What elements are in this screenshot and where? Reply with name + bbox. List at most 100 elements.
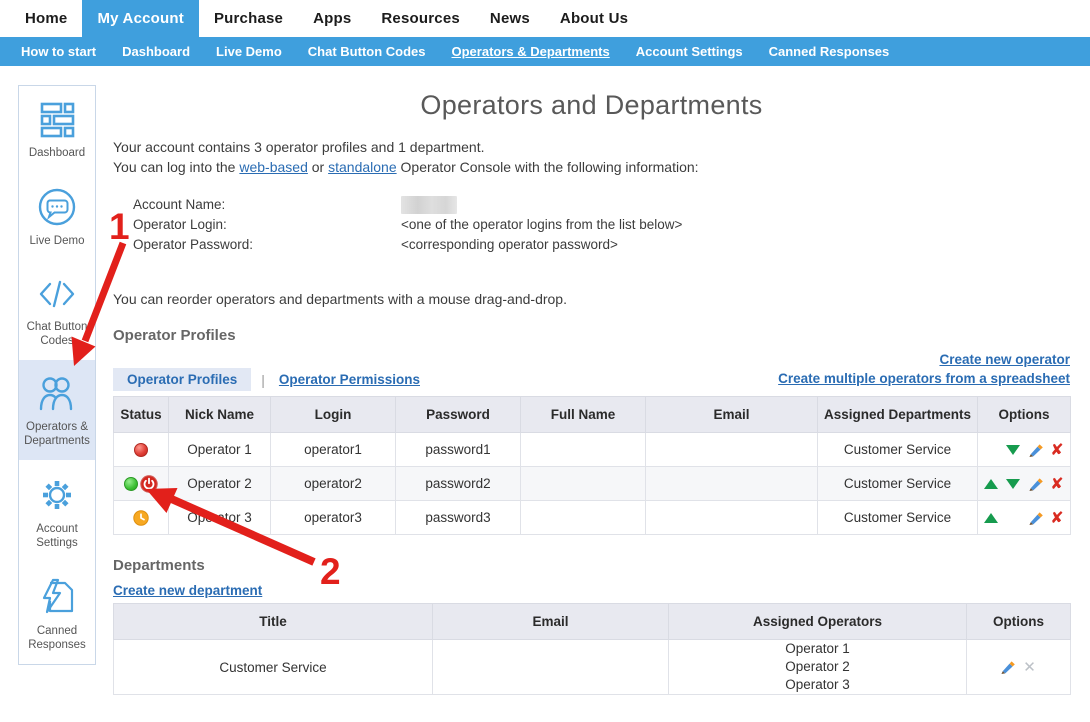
move-down-icon[interactable] bbox=[1006, 476, 1021, 492]
col-email: Email bbox=[433, 604, 669, 640]
create-new-department-link[interactable]: Create new department bbox=[113, 583, 262, 598]
status-away-icon bbox=[133, 510, 149, 526]
table-row[interactable]: Operator 3 operator3 password3 Customer … bbox=[114, 501, 1071, 535]
intro-line-1: Your account contains 3 operator profile… bbox=[113, 137, 1070, 157]
operators-table: Status Nick Name Login Password Full Nam… bbox=[113, 396, 1071, 535]
table-row[interactable]: Operator 2 operator2 password2 Customer … bbox=[114, 467, 1071, 501]
tab-operator-permissions[interactable]: Operator Permissions bbox=[279, 372, 420, 387]
col-email: Email bbox=[646, 397, 818, 433]
logoff-power-icon[interactable] bbox=[140, 475, 158, 493]
sidebar-item-live-demo[interactable]: Live Demo bbox=[19, 172, 95, 260]
subnav-how-to-start[interactable]: How to start bbox=[8, 37, 109, 66]
full-name-cell bbox=[521, 501, 646, 535]
edit-icon[interactable] bbox=[1000, 659, 1015, 675]
subnav-operators-departments[interactable]: Operators & Departments bbox=[439, 37, 623, 66]
status-online-icon bbox=[124, 477, 138, 491]
nav-home[interactable]: Home bbox=[10, 0, 82, 37]
departments-heading: Departments bbox=[113, 557, 1070, 574]
departments-section: Departments Create new department Title … bbox=[113, 557, 1070, 695]
login-cell: operator1 bbox=[271, 433, 396, 467]
gear-icon bbox=[22, 473, 92, 517]
table-row[interactable]: Customer Service Operator 1 Operator 2 O… bbox=[114, 640, 1071, 695]
page-title: Operators and Departments bbox=[113, 90, 1070, 121]
account-name-label: Account Name: bbox=[133, 195, 401, 215]
profiles-tabs: Operator Profiles | Operator Permissions bbox=[113, 368, 424, 391]
col-assigned-operators: Assigned Operators bbox=[669, 604, 967, 640]
move-down-icon[interactable] bbox=[1006, 442, 1021, 458]
sidebar-item-canned-responses[interactable]: Canned Responses bbox=[19, 562, 95, 664]
col-title: Title bbox=[114, 604, 433, 640]
operator-password-label: Operator Password: bbox=[133, 235, 401, 255]
sidebar-label: Chat Button Codes bbox=[22, 320, 92, 348]
full-name-cell bbox=[521, 433, 646, 467]
top-navigation: Home My Account Purchase Apps Resources … bbox=[0, 0, 1090, 37]
col-password: Password bbox=[396, 397, 521, 433]
operator-profiles-heading: Operator Profiles bbox=[113, 327, 1070, 344]
create-multiple-operators-link[interactable]: Create multiple operators from a spreads… bbox=[778, 371, 1070, 386]
nav-news[interactable]: News bbox=[475, 0, 545, 37]
password-cell: password3 bbox=[396, 501, 521, 535]
nav-resources[interactable]: Resources bbox=[366, 0, 475, 37]
subnav-live-demo[interactable]: Live Demo bbox=[203, 37, 295, 66]
people-icon bbox=[22, 373, 92, 415]
full-name-cell bbox=[521, 467, 646, 501]
delete-disabled-icon: ✕ bbox=[1022, 659, 1037, 675]
col-assigned-departments: Assigned Departments bbox=[818, 397, 978, 433]
operators-table-header: Status Nick Name Login Password Full Nam… bbox=[114, 397, 1071, 433]
delete-icon[interactable]: ✘ bbox=[1050, 510, 1065, 526]
nav-purchase[interactable]: Purchase bbox=[199, 0, 298, 37]
table-row[interactable]: Operator 1 operator1 password1 Customer … bbox=[114, 433, 1071, 467]
subnav-canned-responses[interactable]: Canned Responses bbox=[756, 37, 903, 66]
move-up-icon[interactable] bbox=[984, 476, 999, 492]
web-based-link[interactable]: web-based bbox=[239, 159, 308, 175]
nav-my-account[interactable]: My Account bbox=[82, 0, 198, 37]
create-operator-links: Create new operator Create multiple oper… bbox=[778, 350, 1070, 391]
main-content: Operators and Departments Your account c… bbox=[113, 66, 1070, 695]
edit-icon[interactable] bbox=[1028, 510, 1043, 526]
assigned-operators-cell: Operator 1 Operator 2 Operator 3 bbox=[669, 640, 966, 694]
code-icon bbox=[22, 273, 92, 315]
sidebar-item-account-settings[interactable]: Account Settings bbox=[19, 460, 95, 562]
operator-login-row: Operator Login: <one of the operator log… bbox=[133, 215, 1070, 235]
departments-table-header: Title Email Assigned Operators Options bbox=[114, 604, 1071, 640]
subnav-account-settings[interactable]: Account Settings bbox=[623, 37, 756, 66]
password-cell: password1 bbox=[396, 433, 521, 467]
nav-apps[interactable]: Apps bbox=[298, 0, 366, 37]
reorder-note: You can reorder operators and department… bbox=[113, 291, 1070, 307]
departments-cell: Customer Service bbox=[818, 433, 978, 467]
intro-text: Your account contains 3 operator profile… bbox=[113, 137, 1070, 177]
nav-about-us[interactable]: About Us bbox=[545, 0, 643, 37]
delete-icon[interactable]: ✘ bbox=[1050, 442, 1065, 458]
subnav-dashboard[interactable]: Dashboard bbox=[109, 37, 203, 66]
sidebar-item-operators-departments[interactable]: Operators & Departments bbox=[19, 360, 95, 460]
sidebar-label: Dashboard bbox=[22, 146, 92, 160]
redacted-account-name bbox=[401, 196, 457, 214]
tab-operator-profiles[interactable]: Operator Profiles bbox=[113, 368, 251, 391]
col-options: Options bbox=[967, 604, 1071, 640]
delete-icon[interactable]: ✘ bbox=[1050, 476, 1065, 492]
login-cell: operator2 bbox=[271, 467, 396, 501]
login-info-block: Account Name: Operator Login: <one of th… bbox=[133, 195, 1070, 255]
status-offline-icon bbox=[134, 443, 148, 457]
account-name-row: Account Name: bbox=[133, 195, 1070, 215]
email-cell bbox=[646, 433, 818, 467]
departments-cell: Customer Service bbox=[818, 501, 978, 535]
sidebar-item-chat-button-codes[interactable]: Chat Button Codes bbox=[19, 260, 95, 360]
tab-separator: | bbox=[261, 372, 265, 388]
operators-departments-page: { "nav": { "items": [ {"label": "Home", … bbox=[0, 0, 1090, 722]
sidebar-item-dashboard[interactable]: Dashboard bbox=[19, 86, 95, 172]
dashboard-icon bbox=[22, 99, 92, 141]
subnav-chat-button-codes[interactable]: Chat Button Codes bbox=[295, 37, 439, 66]
sidebar-label: Operators & Departments bbox=[22, 420, 92, 448]
password-cell: password2 bbox=[396, 467, 521, 501]
edit-icon[interactable] bbox=[1028, 442, 1043, 458]
move-up-icon[interactable] bbox=[984, 510, 999, 526]
departments-table: Title Email Assigned Operators Options C… bbox=[113, 603, 1071, 695]
edit-icon[interactable] bbox=[1028, 476, 1043, 492]
col-login: Login bbox=[271, 397, 396, 433]
create-new-operator-link[interactable]: Create new operator bbox=[939, 352, 1070, 367]
col-status: Status bbox=[114, 397, 169, 433]
email-cell bbox=[646, 467, 818, 501]
standalone-link[interactable]: standalone bbox=[328, 159, 397, 175]
account-sub-navigation: How to start Dashboard Live Demo Chat Bu… bbox=[0, 37, 1090, 66]
